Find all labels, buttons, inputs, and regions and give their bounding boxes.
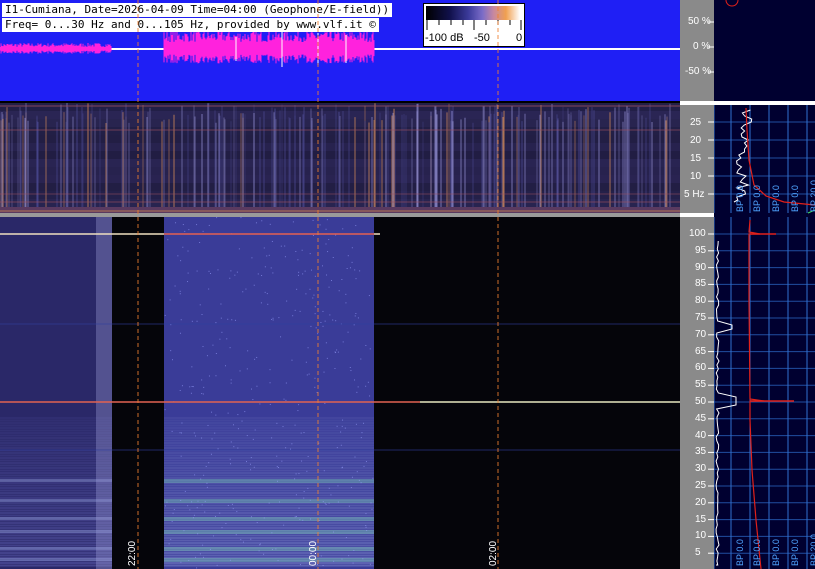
- high-axis-label-70: 70: [695, 328, 707, 340]
- high-axis-label-90: 90: [695, 261, 707, 273]
- high-axis-label-10: 10: [695, 530, 707, 542]
- high-axis-label-80: 80: [695, 295, 707, 307]
- high-axis-label-5: 5: [695, 547, 701, 559]
- high-axis-label-95: 95: [695, 244, 707, 256]
- high-axis-label-35: 35: [695, 446, 707, 458]
- bp-label-bottom-1: BP 0.0: [752, 539, 762, 566]
- bp-label-top-2: BP 0.0: [771, 185, 781, 212]
- high-axis-label-25: 25: [695, 480, 707, 491]
- high-axis-label-45: 45: [695, 412, 707, 424]
- bp-label-bottom-2: BP 0.0: [771, 539, 781, 566]
- bp-label-bottom-0: BP 0.0: [735, 539, 745, 566]
- time-markers: [137, 0, 499, 569]
- high-axis-label-60: 60: [695, 362, 707, 374]
- high-axis-label-55: 55: [695, 379, 707, 391]
- high-axis-label-75: 75: [695, 312, 707, 323]
- low-axis-label-25: 25: [690, 117, 702, 128]
- bp-label-bottom-4: BP 20.0: [809, 534, 815, 566]
- bp-label-bottom-3: BP 0.0: [790, 539, 800, 566]
- high-axis-label-100: 100: [689, 228, 706, 239]
- time-label-2200: 22:00: [127, 540, 138, 566]
- high-axis-label-30: 30: [695, 463, 707, 475]
- time-label-0000: 00:00: [308, 540, 319, 566]
- high-axis-label-50: 50: [695, 396, 707, 407]
- bp-label-top-1: BP 0.0: [752, 185, 762, 212]
- spectrogram-window: I1-Cumiana, Date=2026-04-09 Time=04:00 (…: [0, 0, 815, 569]
- high-axis-label-20: 20: [695, 496, 707, 508]
- high-axis-label-15: 15: [695, 513, 707, 525]
- spectrum-profile: [714, 0, 815, 569]
- time-label-0200: 02:00: [488, 540, 499, 566]
- low-axis-label-5hz: 5 Hz: [684, 189, 705, 200]
- wave-axis-label-pos50: 50 %: [688, 16, 711, 27]
- low-axis-label-10: 10: [690, 171, 702, 182]
- wave-axis-label-0: 0 %: [693, 41, 711, 52]
- bp-label-top-0: BP 0.0: [735, 185, 745, 212]
- bp-label-top-4: BP 20.0: [809, 180, 815, 212]
- spectrum-side-panel: [714, 0, 815, 569]
- high-axis-label-85: 85: [695, 278, 707, 290]
- wave-axis-label-neg50: -50 %: [685, 66, 712, 77]
- low-axis-label-20: 20: [690, 135, 702, 146]
- low-axis-label-15: 15: [690, 153, 702, 164]
- bp-label-top-3: BP 0.0: [790, 185, 800, 212]
- high-axis-label-65: 65: [695, 345, 707, 357]
- high-axis-label-40: 40: [695, 429, 707, 441]
